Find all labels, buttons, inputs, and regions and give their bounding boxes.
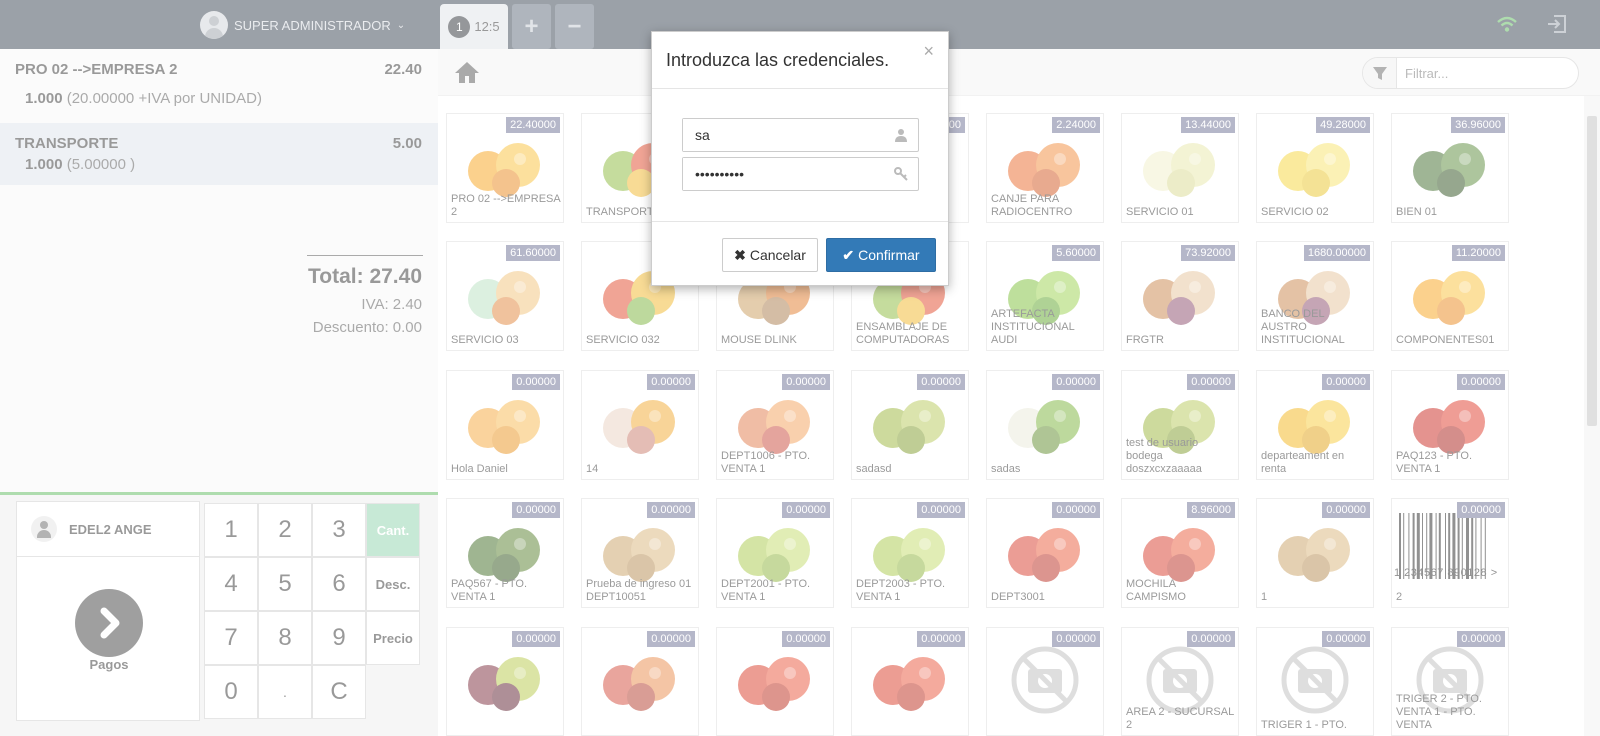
credentials-dialog: Introduzca las credenciales. × ✖ Cancela…: [651, 31, 949, 286]
user-icon: [895, 129, 907, 142]
cancel-button[interactable]: ✖ Cancelar: [722, 238, 818, 272]
close-icon: ✖: [734, 246, 746, 263]
confirm-label: Confirmar: [858, 247, 920, 263]
dialog-divider: [652, 221, 948, 222]
confirm-button[interactable]: ✔ Confirmar: [826, 238, 936, 272]
dialog-title: Introduzca las credenciales.: [666, 50, 890, 70]
password-field-box: [682, 157, 919, 191]
key-icon: [894, 167, 908, 181]
password-input[interactable]: [683, 158, 883, 190]
check-icon: ✔: [842, 246, 855, 263]
username-input[interactable]: [683, 119, 883, 151]
cancel-label: Cancelar: [749, 247, 806, 263]
dialog-divider: [652, 88, 948, 89]
close-icon[interactable]: ×: [923, 41, 934, 62]
username-field-box: [682, 118, 919, 152]
